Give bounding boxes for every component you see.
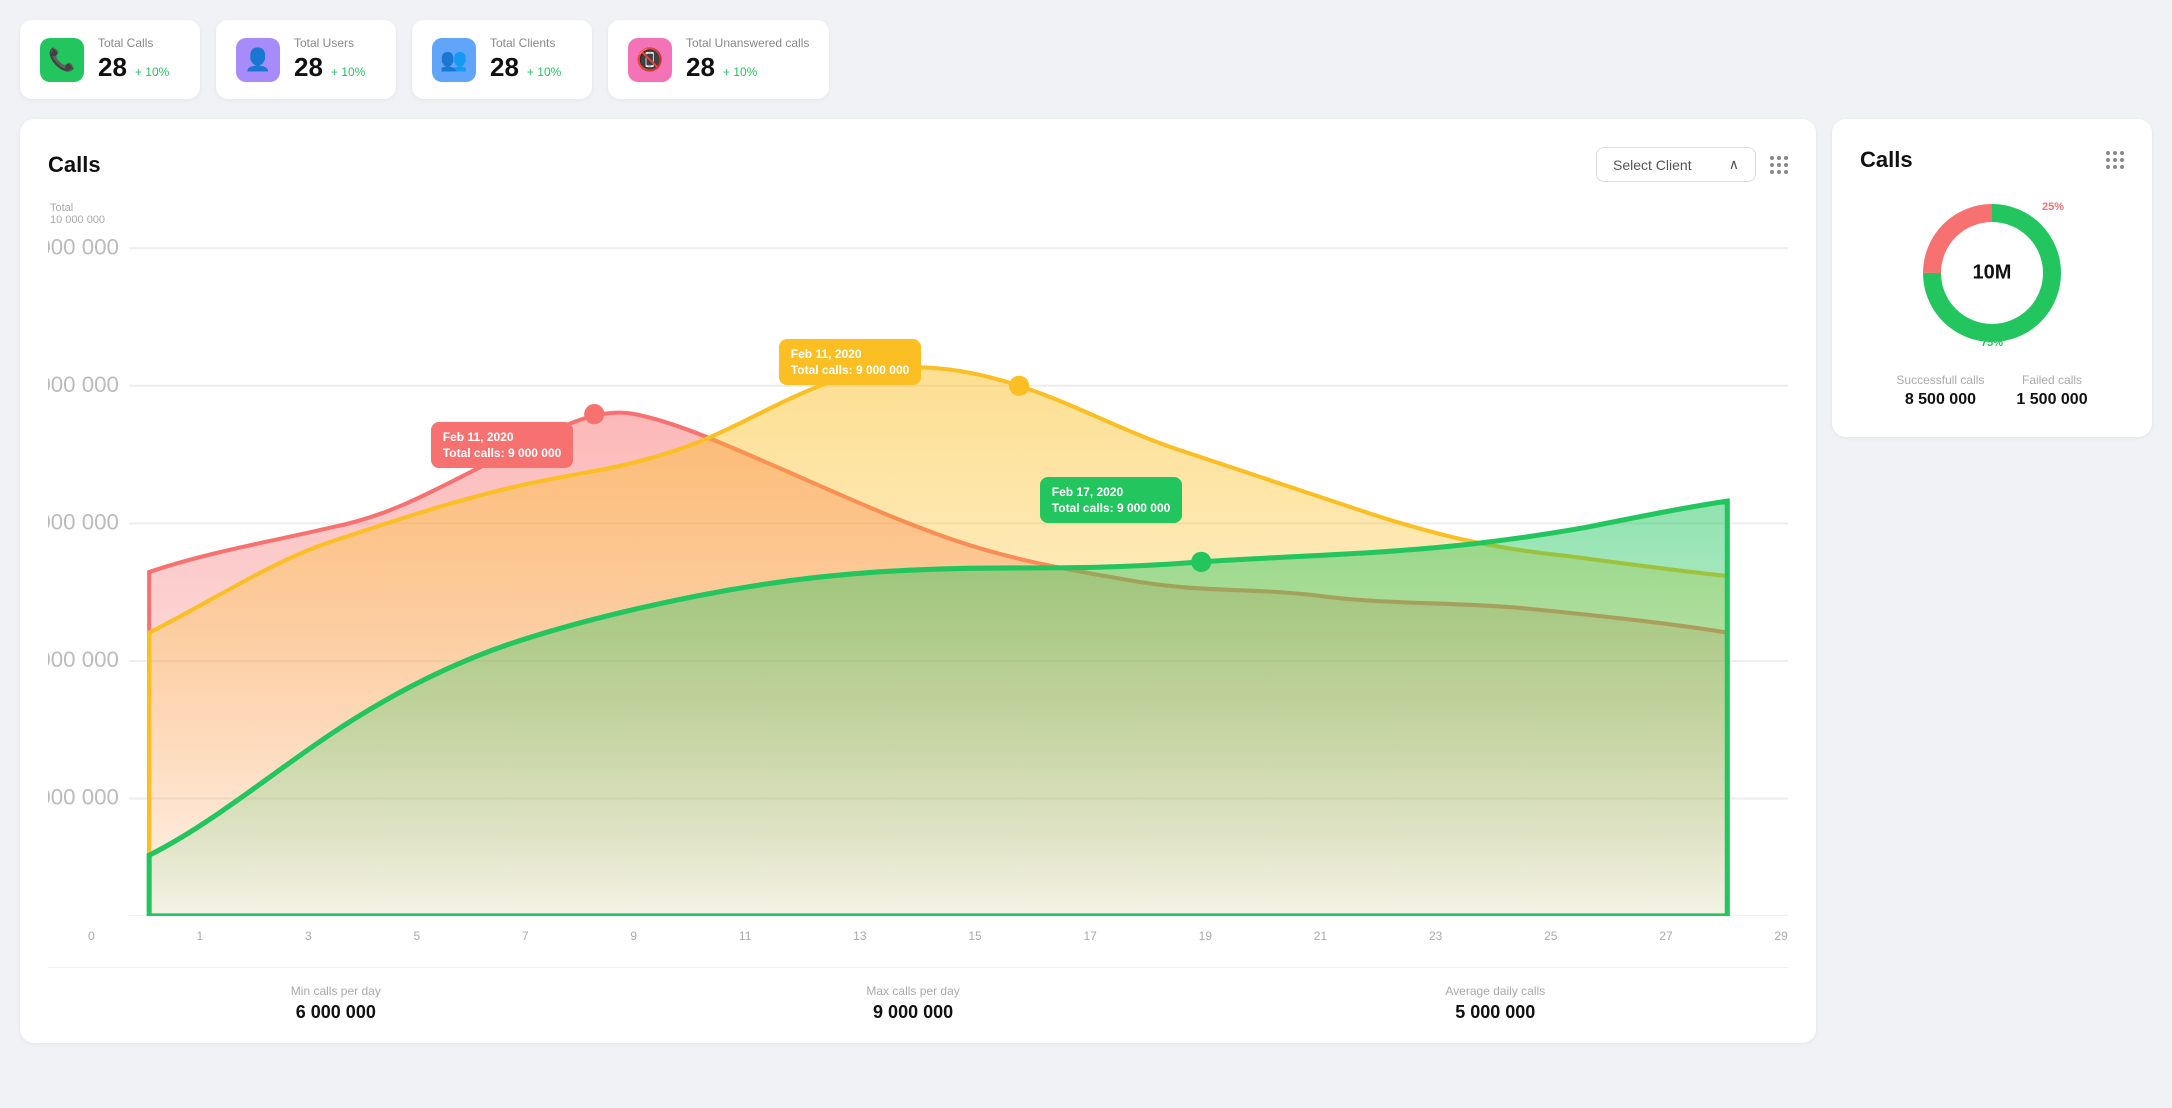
- donut-legend-label: Failed calls: [2016, 373, 2087, 387]
- x-axis: 0 1 3 5 7 9 11 13 15 17 19 21 23 25 27 2…: [48, 921, 1788, 943]
- chart-header: Calls Select Client ∧: [48, 147, 1788, 182]
- donut-legend-value: 1 500 000: [2016, 391, 2087, 409]
- total-calls-icon: 📞: [40, 38, 84, 82]
- chart-stat-value: 5 000 000: [1445, 1002, 1545, 1023]
- chart-header-controls: Select Client ∧: [1596, 147, 1788, 182]
- chart-stat-label: Average daily calls: [1445, 984, 1545, 998]
- chart-stat-value: 6 000 000: [291, 1002, 381, 1023]
- total-calls-info: Total Calls 28 + 10%: [98, 36, 169, 83]
- main-layout: Calls Select Client ∧ Total10 000 000: [20, 119, 2152, 1043]
- donut-legend-item: Failed calls 1 500 000: [2016, 373, 2087, 409]
- total-users-change: + 10%: [331, 65, 365, 79]
- chart-svg: 10 000 000 8 000 000 6 000 000 4 000 000…: [48, 228, 1788, 916]
- donut-center-value: 10M: [1973, 262, 2012, 285]
- svg-text:2 000 000: 2 000 000: [48, 785, 119, 810]
- chart-stat-item: Min calls per day 6 000 000: [291, 984, 381, 1023]
- total-unanswered-value: 28: [686, 52, 715, 83]
- total-clients-info: Total Clients 28 + 10%: [490, 36, 561, 83]
- svg-text:8 000 000: 8 000 000: [48, 372, 119, 397]
- chart-menu-dots[interactable]: [1770, 156, 1788, 174]
- donut-chart-card: Calls 10M 25% 75% Succ: [1832, 119, 2152, 437]
- donut-legend-label: Successfull calls: [1896, 373, 1984, 387]
- total-clients-value: 28: [490, 52, 519, 83]
- donut-header: Calls: [1860, 147, 2124, 173]
- total-calls-change: + 10%: [135, 65, 169, 79]
- donut-title: Calls: [1860, 147, 1913, 173]
- total-unanswered-icon: 📵: [628, 38, 672, 82]
- green-pct-label: 75%: [1981, 337, 2003, 349]
- svg-text:10 000 000: 10 000 000: [48, 234, 119, 259]
- stat-card-total-clients: 👥 Total Clients 28 + 10%: [412, 20, 592, 99]
- donut-legend-value: 8 500 000: [1896, 391, 1984, 409]
- stat-card-total-users: 👤 Total Users 28 + 10%: [216, 20, 396, 99]
- donut-menu-dots[interactable]: [2106, 151, 2124, 169]
- y-axis-title: Total10 000 000: [50, 202, 1788, 226]
- total-users-info: Total Users 28 + 10%: [294, 36, 365, 83]
- donut-area: 10M 25% 75% Successfull calls 8 500 000 …: [1860, 193, 2124, 409]
- calls-chart-card: Calls Select Client ∧ Total10 000 000: [20, 119, 1816, 1043]
- total-clients-change: + 10%: [527, 65, 561, 79]
- donut-legend-item: Successfull calls 8 500 000: [1896, 373, 1984, 409]
- red-pct-label: 25%: [2042, 201, 2064, 213]
- total-users-label: Total Users: [294, 36, 365, 50]
- stat-card-total-calls: 📞 Total Calls 28 + 10%: [20, 20, 200, 99]
- total-calls-value: 28: [98, 52, 127, 83]
- donut-legend: Successfull calls 8 500 000 Failed calls…: [1896, 373, 2087, 409]
- select-client-label: Select Client: [1613, 157, 1692, 173]
- total-unanswered-change: + 10%: [723, 65, 757, 79]
- chart-stats-row: Min calls per day 6 000 000 Max calls pe…: [48, 967, 1788, 1023]
- chart-stat-label: Min calls per day: [291, 984, 381, 998]
- total-clients-icon: 👥: [432, 38, 476, 82]
- chart-area: 10 000 000 8 000 000 6 000 000 4 000 000…: [48, 228, 1788, 921]
- svg-text:4 000 000: 4 000 000: [48, 647, 119, 672]
- chart-stat-label: Max calls per day: [866, 984, 959, 998]
- chart-stat-item: Average daily calls 5 000 000: [1445, 984, 1545, 1023]
- stat-cards-row: 📞 Total Calls 28 + 10% 👤 Total Users 28 …: [20, 20, 2152, 99]
- svg-text:6 000 000: 6 000 000: [48, 509, 119, 534]
- total-users-icon: 👤: [236, 38, 280, 82]
- total-unanswered-label: Total Unanswered calls: [686, 36, 809, 50]
- stat-card-total-unanswered: 📵 Total Unanswered calls 28 + 10%: [608, 20, 829, 99]
- chevron-up-icon: ∧: [1729, 156, 1739, 173]
- chart-title: Calls: [48, 152, 101, 178]
- total-clients-label: Total Clients: [490, 36, 561, 50]
- total-calls-label: Total Calls: [98, 36, 169, 50]
- chart-stat-item: Max calls per day 9 000 000: [866, 984, 959, 1023]
- chart-stat-value: 9 000 000: [866, 1002, 959, 1023]
- total-users-value: 28: [294, 52, 323, 83]
- total-unanswered-info: Total Unanswered calls 28 + 10%: [686, 36, 809, 83]
- select-client-button[interactable]: Select Client ∧: [1596, 147, 1756, 182]
- donut-svg-wrapper: 10M 25% 75%: [1912, 193, 2072, 353]
